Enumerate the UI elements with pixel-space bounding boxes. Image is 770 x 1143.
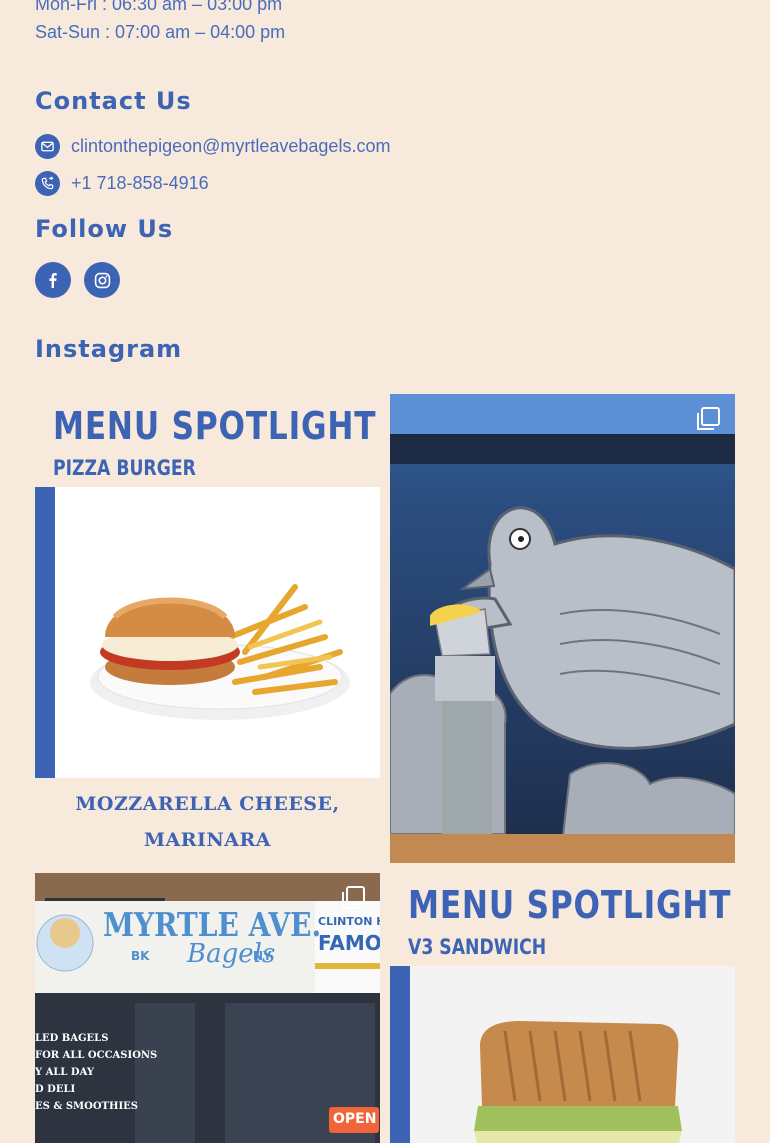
phone-row[interactable]: +1 718-858-4916 (35, 171, 209, 196)
sign-bk: BK (131, 949, 150, 963)
instagram-post-storefront[interactable]: MYRTLE AVE. BK Bagels NY CLINTON H FAMOU… (35, 873, 380, 1143)
post-title: MENU SPOTLIGHT (53, 404, 377, 448)
phone-link[interactable]: +1 718-858-4916 (71, 173, 209, 194)
hours-weekend: Sat-Sun : 07:00 am – 04:00 pm (35, 22, 286, 42)
open-sign: OPEN (333, 1111, 377, 1127)
window-text: LED BAGELS FOR ALL OCCASIONS Y ALL DAY D… (35, 1030, 157, 1115)
instagram-post-pizza-burger[interactable]: MENU SPOTLIGHT PIZZA BURGER MOZZARELLA C… (35, 394, 380, 863)
instagram-icon (94, 272, 110, 288)
instagram-button[interactable] (84, 262, 120, 298)
window-line: FOR ALL OCCASIONS (35, 1050, 158, 1061)
phone-icon (35, 171, 60, 196)
post-title: MENU SPOTLIGHT (408, 883, 732, 927)
window-line: D DELI (35, 1084, 76, 1095)
email-row[interactable]: clintonthepigeon@myrtleavebagels.com (35, 134, 390, 159)
window-line: LED BAGELS (35, 1033, 109, 1044)
hours-weekday: Mon-Fri : 06:30 am – 03:00 pm (35, 0, 283, 14)
social-links (35, 262, 120, 298)
post-caption: MOZZARELLA CHEESE, MARINARASAUCE (75, 793, 340, 851)
sign-ny: NY (253, 949, 272, 963)
window-line: ES & SMOOTHIES (35, 1101, 138, 1112)
facebook-button[interactable] (35, 262, 71, 298)
carousel-icon (695, 406, 721, 437)
post-item: PIZZA BURGER (53, 456, 196, 480)
contact-heading: Contact Us (35, 87, 192, 115)
burger-photo (35, 487, 380, 778)
window-line: Y ALL DAY (35, 1067, 94, 1078)
instagram-post-v3-sandwich[interactable]: MENU SPOTLIGHT V3 SANDWICH (390, 873, 735, 1143)
instagram-heading: Instagram (35, 335, 183, 363)
mail-icon (35, 134, 60, 159)
carousel-icon (340, 885, 366, 916)
email-link[interactable]: clintonthepigeon@myrtleavebagels.com (71, 136, 390, 157)
instagram-post-pigeon-mural[interactable] (390, 394, 735, 863)
facebook-icon (49, 273, 57, 288)
mural-photo (390, 394, 735, 863)
sandwich-photo (390, 966, 735, 1143)
sign-famous: FAMOU (318, 931, 380, 955)
post-item: V3 SANDWICH (408, 935, 547, 959)
sign-right: CLINTON H (318, 915, 380, 928)
follow-heading: Follow Us (35, 215, 174, 243)
